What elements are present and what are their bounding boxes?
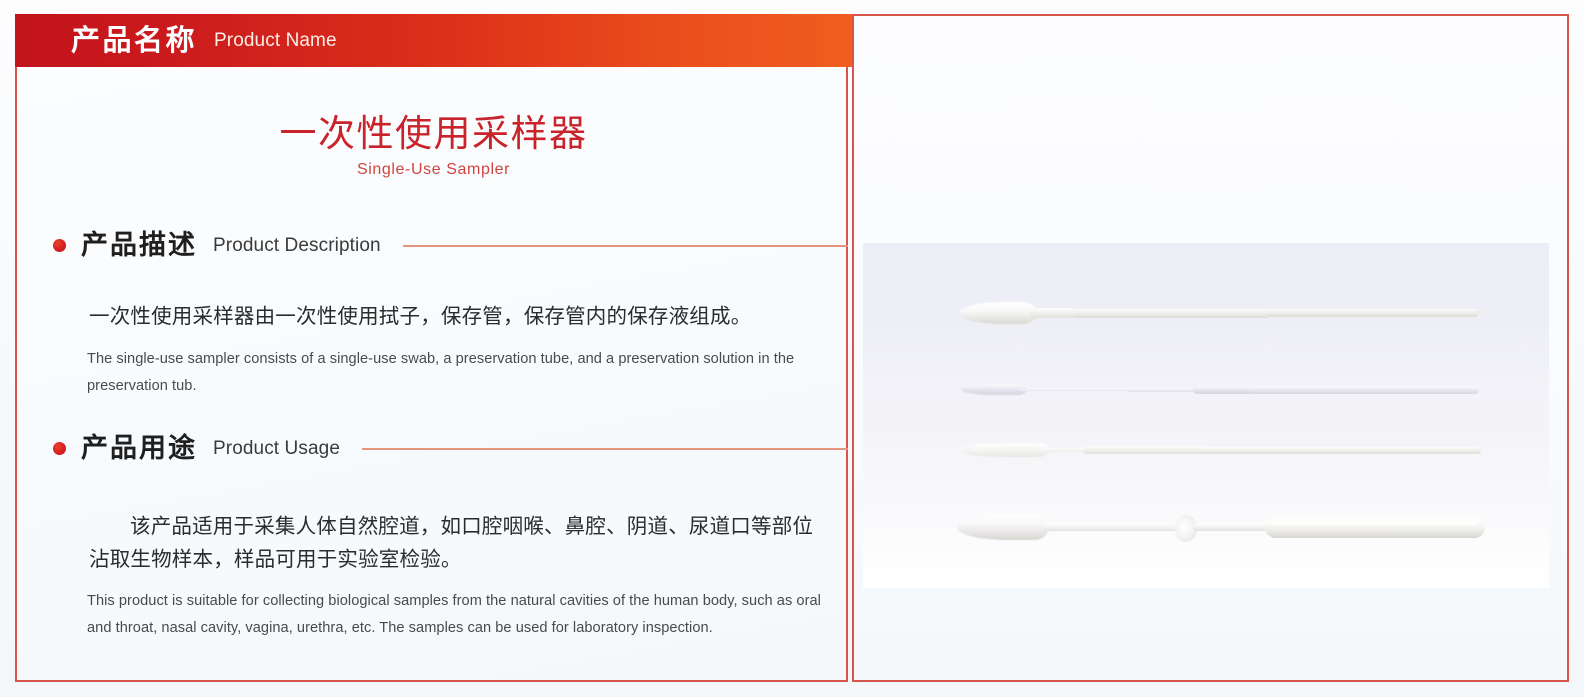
- swab-shaft-segment: [1249, 386, 1479, 394]
- swab-shaft-segment: [1071, 308, 1271, 318]
- section-heading-cn: 产品描述: [81, 230, 197, 261]
- product-title-block: 一次性使用采样器 Single-Use Sampler: [17, 111, 850, 179]
- product-image-breakpoint-swab-with-collar: [957, 509, 1485, 543]
- right-image-panel: [852, 14, 1569, 682]
- bullet-dot-icon: [53, 239, 66, 252]
- swab-shaft-segment: [1199, 446, 1481, 454]
- section-divider-rule: [361, 447, 848, 450]
- swab-shaft-segment: [1029, 308, 1075, 318]
- section-divider-rule: [402, 244, 848, 247]
- bullet-dot-icon: [53, 442, 66, 455]
- section-heading-description: 产品描述 Product Description: [53, 232, 848, 259]
- swab-shaft-segment: [1021, 388, 1131, 392]
- swab-tip: [959, 302, 1037, 324]
- product-image-nasopharyngeal-swab: [959, 441, 1481, 461]
- product-photo-area: [863, 243, 1549, 588]
- header-title-en: Product Name: [214, 30, 337, 51]
- swab-tip: [959, 443, 1051, 457]
- product-image-thin-shaft-swab: [961, 381, 1479, 399]
- description-body-en: The single-use sampler consists of a sin…: [87, 351, 795, 395]
- swab-shaft-segment: [1193, 386, 1253, 394]
- swab-tip: [957, 515, 1049, 540]
- product-name-cn: 一次性使用采样器: [279, 112, 588, 155]
- swab-handle: [1265, 517, 1485, 538]
- header-title-cn: 产品名称: [71, 23, 198, 57]
- section-heading-cn: 产品用途: [81, 433, 197, 464]
- swab-shaft-segment: [1193, 523, 1271, 531]
- section-heading-en: Product Usage: [213, 438, 340, 459]
- swab-shaft-segment: [1043, 523, 1183, 531]
- left-info-panel: 产品名称 Product Name 一次性使用采样器 Single-Use Sa…: [15, 14, 852, 682]
- panel-header-bar: 产品名称 Product Name: [15, 14, 852, 67]
- usage-body-en: This product is suitable for collecting …: [87, 593, 821, 637]
- swab-tip: [961, 384, 1027, 395]
- product-image-flocked-swab-large-tip: [959, 300, 1479, 326]
- description-body-cn: 一次性使用采样器由一次性使用拭子，保存管，保存管内的保存液组成。: [89, 304, 752, 328]
- usage-body-cn: 该产品适用于采集人体自然腔道，如口腔咽喉、鼻腔、阴道、尿道口等部位沾取生物样本，…: [89, 514, 814, 572]
- swab-shaft-segment: [1267, 309, 1479, 317]
- section-heading-en: Product Description: [213, 235, 381, 256]
- product-name-en: Single-Use Sampler: [356, 161, 511, 179]
- swab-shaft-segment: [1083, 446, 1205, 454]
- section-heading-usage: 产品用途 Product Usage: [53, 435, 848, 462]
- product-spec-page: 产品名称 Product Name 一次性使用采样器 Single-Use Sa…: [0, 0, 1584, 697]
- swab-shaft-segment: [1127, 388, 1199, 392]
